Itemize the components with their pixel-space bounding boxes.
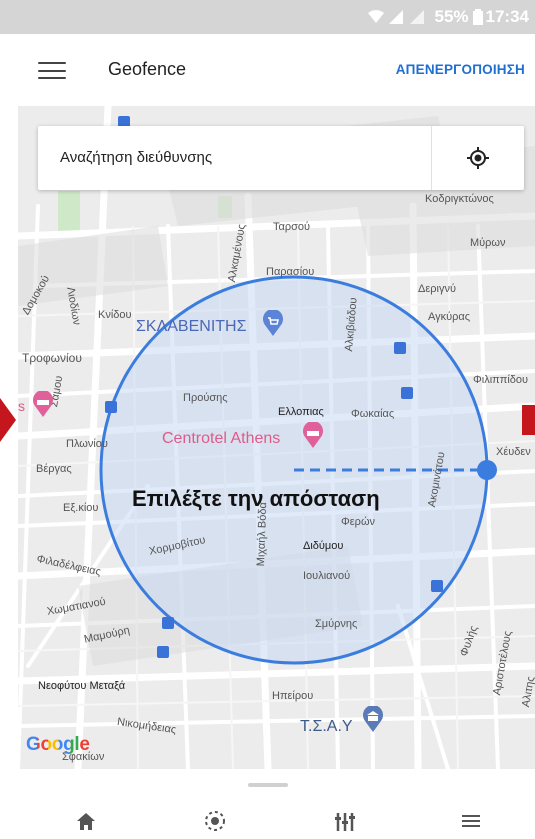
clock: 17:34 — [485, 7, 529, 26]
street-label: Βέργας — [36, 463, 72, 475]
poi-ellopias-label: Ελλοπιας — [278, 406, 324, 418]
poi-hotel-label: Centrotel Athens — [162, 430, 281, 447]
status-bar: 55% 17:34 — [0, 0, 535, 34]
controls-icon[interactable] — [330, 808, 360, 834]
home-icon[interactable] — [71, 808, 101, 834]
my-location-icon[interactable] — [466, 146, 490, 170]
street-label: Αγκύρας — [428, 311, 471, 323]
shopping-cart-pin-icon[interactable] — [262, 310, 284, 336]
poi-supermarket-label: ΣΚΛΑΒΕΝΙΤΗΣ — [136, 318, 247, 335]
street-label: Χέυδεν — [496, 446, 531, 458]
geofence-icon[interactable] — [200, 808, 230, 834]
map-view[interactable]: Κοδριγκτώνος Ταρσού Μύρων Παρασίου Δεριγ… — [18, 106, 535, 769]
street-label: Ηπείρου — [272, 690, 314, 702]
cell-signal-icon — [389, 10, 404, 24]
street-label: Κοδριγκτώνος — [425, 193, 494, 205]
hotel-pin-left-icon[interactable] — [32, 391, 54, 417]
cell-signal-2-icon — [410, 10, 425, 24]
app-bar: Geofence ΑΠΕΝΕΡΓΟΠΟΙΗΣΗ — [0, 34, 535, 106]
search-divider — [431, 126, 432, 190]
deactivate-button[interactable]: ΑΠΕΝΕΡΓΟΠΟΙΗΣΗ — [396, 62, 525, 77]
page-title: Geofence — [108, 59, 187, 79]
building-pin-icon[interactable] — [362, 706, 384, 732]
street-label: Μύρων — [470, 237, 506, 249]
street-label: Σμύρνης — [315, 618, 358, 630]
bottom-nav — [0, 790, 535, 839]
battery-percent: 55% — [434, 7, 469, 26]
street-label: Νεοφύτου Μεταξά — [38, 680, 126, 692]
street-label: Εξ.κίου — [63, 502, 99, 514]
wifi-icon — [368, 10, 385, 23]
street-label: Φωκαίας — [351, 408, 395, 420]
signal-icons — [368, 10, 426, 24]
brand-arrow-left — [0, 398, 16, 442]
street-label: Παρασίου — [266, 266, 315, 278]
street-label: Διδύμου — [303, 540, 344, 552]
street-label: Ταρσού — [273, 221, 311, 233]
street-label: Προύσης — [183, 392, 228, 404]
street-label: Δεριγνύ — [418, 283, 456, 295]
search-input[interactable]: Αναζήτηση διεύθυνσης — [60, 149, 212, 166]
street-label: Πλωνίου — [66, 438, 108, 450]
street-label: Κνίδου — [98, 309, 132, 321]
address-search-bar[interactable]: Αναζήτηση διεύθυνσης — [38, 126, 524, 190]
street-label: Τροφωνίου — [22, 351, 82, 365]
hotel-pin-icon[interactable] — [302, 422, 324, 448]
radius-handle[interactable] — [477, 460, 497, 480]
street-label: Ιουλιανού — [303, 570, 351, 582]
bottom-sheet-handle[interactable] — [248, 783, 288, 787]
google-logo: Google — [26, 734, 90, 755]
menu-icon[interactable] — [38, 62, 66, 80]
battery-icon — [472, 9, 483, 25]
street-label: Φιλιππίδου — [473, 374, 529, 386]
street-label: Φερών — [341, 516, 376, 528]
brand-marker-right — [522, 405, 535, 435]
distance-prompt: Επιλέξτε την απόσταση — [132, 486, 380, 511]
list-icon[interactable] — [456, 808, 486, 834]
poi-tsay-label: Τ.Σ.Α.Υ — [300, 718, 353, 735]
poi-partial-label: s — [18, 398, 25, 414]
